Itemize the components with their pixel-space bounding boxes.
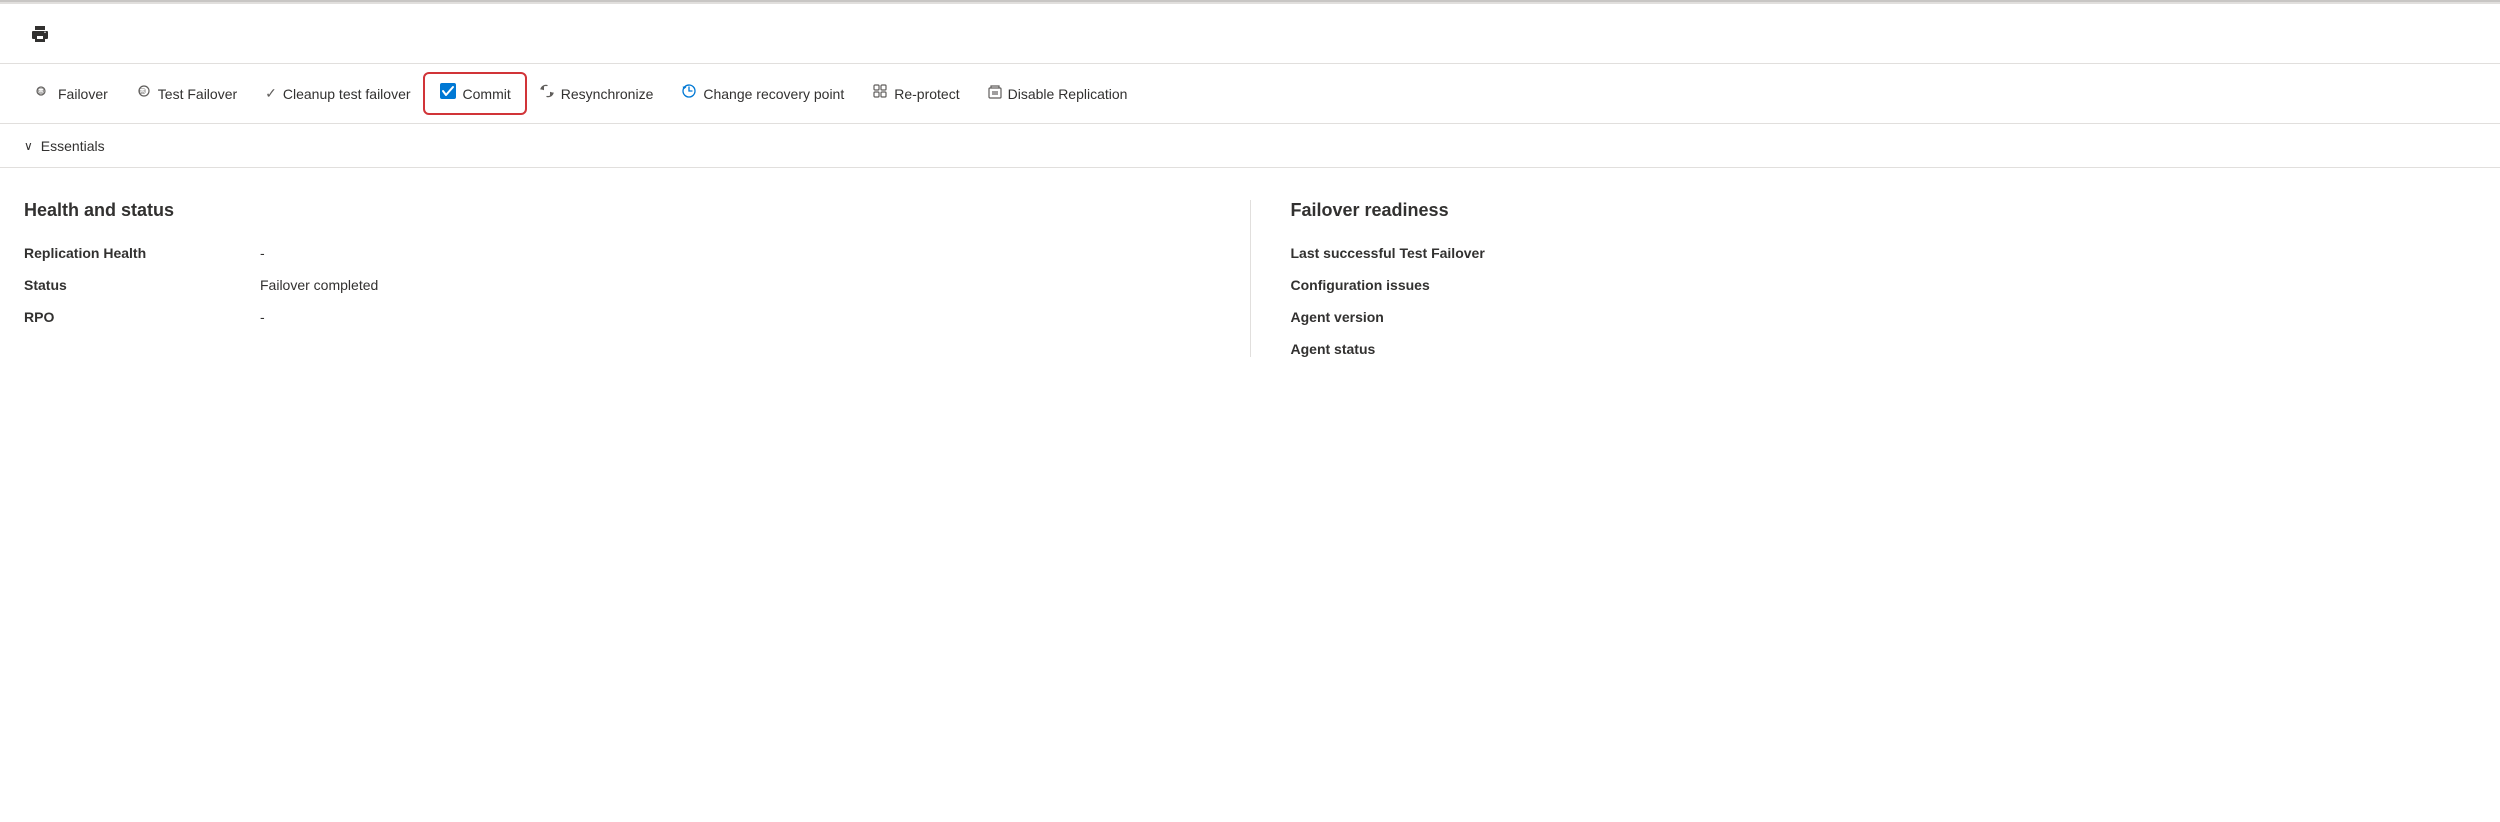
- failover-label: Failover: [58, 86, 108, 102]
- agent-version-item: Agent version: [1291, 309, 2477, 325]
- test-failover-label: Test Failover: [158, 86, 237, 102]
- print-button[interactable]: [24, 18, 56, 50]
- status-value: Failover completed: [260, 277, 1210, 293]
- last-test-failover-item: Last successful Test Failover: [1291, 245, 2477, 261]
- commit-icon: [439, 82, 457, 105]
- replication-health-value: -: [260, 245, 1210, 261]
- failover-button[interactable]: ⛁ Failover: [24, 77, 120, 110]
- rpo-label: RPO: [24, 309, 244, 325]
- reprotect-icon: [872, 83, 888, 104]
- recovery-icon: [681, 83, 697, 104]
- rpo-value: -: [260, 309, 1210, 325]
- essentials-label: Essentials: [41, 138, 105, 154]
- change-recovery-point-label: Change recovery point: [703, 86, 844, 102]
- change-recovery-point-button[interactable]: Change recovery point: [669, 77, 856, 110]
- failover-section: Failover readiness Last successful Test …: [1250, 200, 2477, 357]
- failover-icon: ⛁: [36, 83, 52, 104]
- health-section: Health and status Replication Health - S…: [24, 200, 1250, 357]
- re-protect-button[interactable]: Re-protect: [860, 77, 971, 110]
- disable-replication-label: Disable Replication: [1008, 86, 1128, 102]
- content-area: Health and status Replication Health - S…: [0, 168, 2500, 389]
- agent-status-item: Agent status: [1291, 341, 2477, 357]
- disable-icon: [988, 83, 1002, 104]
- header-bar: [0, 4, 2500, 64]
- essentials-chevron: ∨: [24, 139, 33, 153]
- cleanup-icon: ✓: [265, 85, 277, 102]
- failover-section-title: Failover readiness: [1291, 200, 2477, 221]
- resync-icon: [539, 83, 555, 104]
- cleanup-test-failover-button[interactable]: ✓ Cleanup test failover: [253, 79, 422, 108]
- toolbar: ⛁ Failover ⛁ Test Failover ✓ Cleanup tes…: [0, 64, 2500, 124]
- re-protect-label: Re-protect: [894, 86, 959, 102]
- resynchronize-button[interactable]: Resynchronize: [527, 77, 666, 110]
- configuration-issues-item: Configuration issues: [1291, 277, 2477, 293]
- svg-text:⛁: ⛁: [38, 87, 45, 96]
- svg-text:⛁: ⛁: [139, 87, 146, 96]
- test-failover-icon: ⛁: [136, 83, 152, 104]
- resynchronize-label: Resynchronize: [561, 86, 654, 102]
- health-section-title: Health and status: [24, 200, 1210, 221]
- replication-health-label: Replication Health: [24, 245, 244, 261]
- cleanup-label: Cleanup test failover: [283, 86, 411, 102]
- status-label: Status: [24, 277, 244, 293]
- commit-label: Commit: [463, 86, 511, 102]
- commit-button[interactable]: Commit: [427, 76, 523, 111]
- readiness-items: Last successful Test Failover Configurat…: [1291, 245, 2477, 357]
- disable-replication-button[interactable]: Disable Replication: [976, 77, 1140, 110]
- test-failover-button[interactable]: ⛁ Test Failover: [124, 77, 249, 110]
- essentials-bar[interactable]: ∨ Essentials: [0, 124, 2500, 168]
- health-info-grid: Replication Health - Status Failover com…: [24, 245, 1210, 325]
